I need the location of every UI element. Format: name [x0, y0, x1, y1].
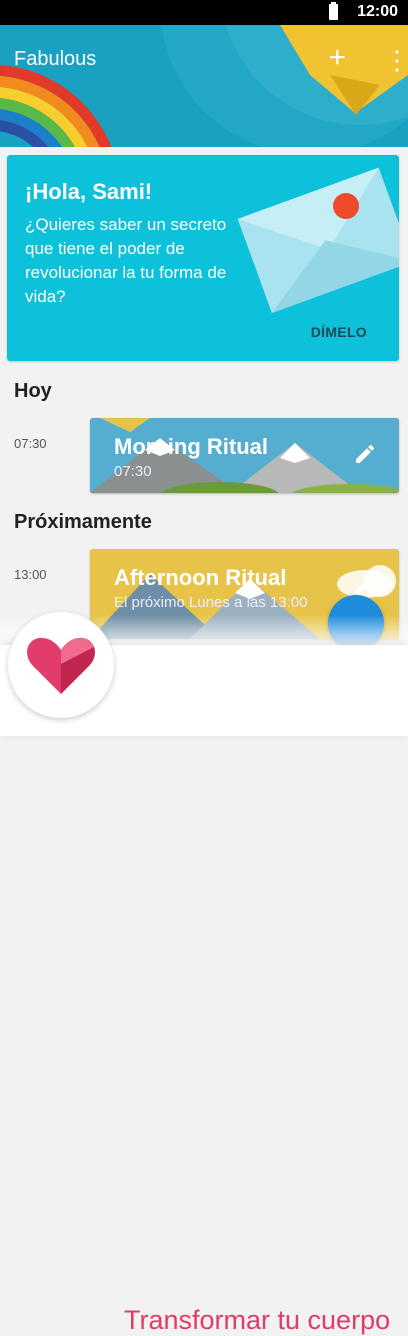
heart-icon	[27, 637, 95, 694]
goal-badge[interactable]	[8, 612, 114, 718]
goal-label: Transformar tu cuerpo	[124, 1305, 391, 1335]
ritual-title: Morning Ritual	[114, 434, 268, 459]
header-illustration	[0, 25, 408, 147]
greeting-card[interactable]: ¡Hola, Sami! ¿Quieres saber un secreto q…	[7, 155, 399, 361]
morning-ritual-card[interactable]: Morning Ritual 07:30	[90, 418, 399, 493]
status-time: 12:00	[357, 3, 398, 20]
tell-me-button[interactable]: DÍMELO	[311, 324, 367, 340]
greeting-title: ¡Hola, Sami!	[25, 179, 153, 204]
app-bar: Fabulous + ⋮	[0, 25, 408, 147]
ritual-title: Afternoon Ritual	[114, 565, 287, 590]
status-bar: 12:00	[0, 0, 408, 25]
upcoming-time: 13:00	[14, 567, 47, 582]
today-heading: Hoy	[14, 380, 52, 402]
upcoming-heading: Próximamente	[14, 511, 152, 533]
greeting-body: ¿Quieres saber un secreto que tiene el p…	[25, 215, 227, 306]
app-title: Fabulous	[14, 48, 97, 70]
ritual-time: 07:30	[114, 463, 152, 480]
add-icon[interactable]: +	[328, 43, 346, 73]
overflow-menu-icon[interactable]: ⋮	[384, 45, 408, 75]
edit-icon[interactable]	[353, 573, 377, 597]
ritual-schedule: El próximo Lunes a las 13:00	[114, 594, 308, 611]
edit-icon[interactable]	[353, 442, 377, 466]
today-time: 07:30	[14, 436, 47, 451]
battery-icon	[329, 2, 338, 20]
